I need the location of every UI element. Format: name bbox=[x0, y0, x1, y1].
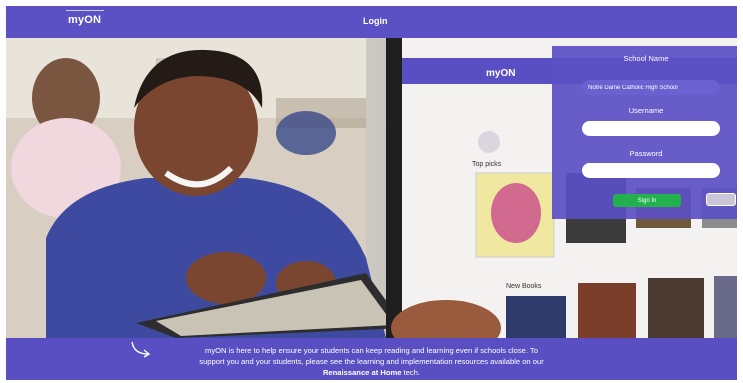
username-input[interactable] bbox=[582, 121, 720, 136]
renaissance-at-home-link[interactable]: Renaissance at Home bbox=[323, 368, 402, 377]
svg-text:myON: myON bbox=[486, 68, 515, 79]
info-line-2: support you and your students, please se… bbox=[199, 357, 544, 366]
password-input[interactable] bbox=[582, 163, 720, 178]
school-name-label: School Name bbox=[623, 54, 669, 63]
info-line-3: Renaissance at Home tech. bbox=[6, 368, 737, 378]
info-banner: myON is here to help ensure your student… bbox=[6, 338, 737, 380]
top-nav-bar: myON Login bbox=[6, 6, 737, 38]
logo-text: myON bbox=[68, 14, 102, 26]
login-panel: School Name Username Password Sign In bbox=[552, 46, 737, 219]
login-link[interactable]: Login bbox=[363, 16, 388, 26]
page-frame: myON Login myON Top picks New Books Scho… bbox=[6, 6, 737, 380]
sign-in-button[interactable]: Sign In bbox=[613, 194, 681, 207]
username-label: Username bbox=[628, 106, 664, 115]
info-line-3-suffix: tech. bbox=[401, 368, 421, 377]
logo-underline bbox=[66, 10, 104, 11]
myon-logo[interactable]: myON bbox=[66, 10, 104, 26]
clever-toggle-button[interactable] bbox=[706, 193, 736, 206]
school-name-input[interactable] bbox=[582, 80, 720, 95]
new-books-label: New Books bbox=[506, 283, 542, 290]
password-label: Password bbox=[629, 149, 663, 158]
info-line-1: myON is here to help ensure your student… bbox=[205, 346, 538, 355]
top-picks-label: Top picks bbox=[472, 161, 502, 168]
